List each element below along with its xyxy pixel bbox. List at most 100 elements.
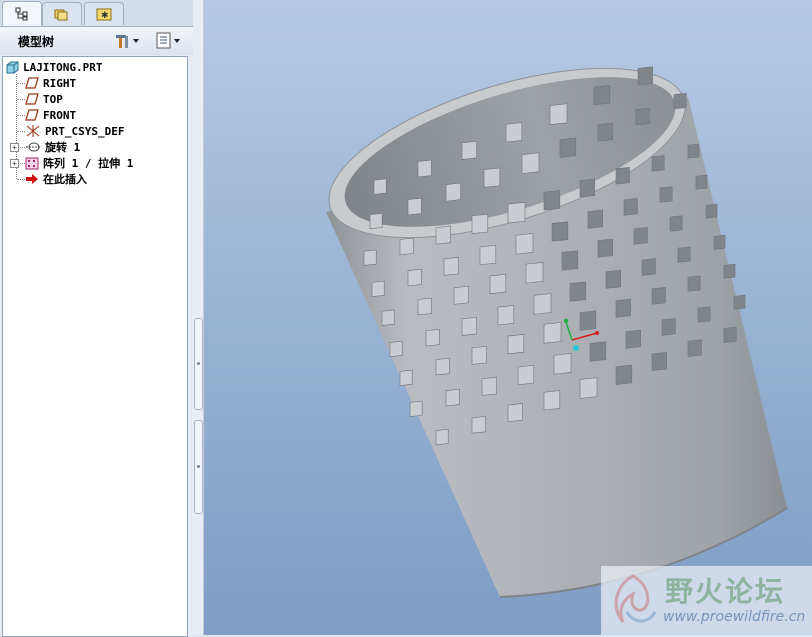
model-tree-title: 模型树 [18,35,55,49]
model-tree-panel: ✱ 模型树 LAJITONG.PRT RIGHT TOP FRONT PRT_C… [0,0,194,637]
vent-hole [489,273,507,295]
tree-item-front[interactable]: FRONT [25,107,76,123]
vent-hole [407,268,422,287]
vent-hole [579,178,595,198]
vent-hole [669,215,683,232]
vent-hole [677,246,691,263]
vent-hole [687,339,702,357]
expand-toggle[interactable]: + [10,159,19,168]
model-tree-icon [15,7,28,21]
vent-hole [623,198,638,216]
vent-hole [615,364,633,385]
vent-hole [651,352,667,371]
vent-hole [597,238,613,258]
tree-item-revolve[interactable]: 旋转 1 [25,139,80,155]
vent-hole [445,388,460,407]
tree-item-top[interactable]: TOP [25,91,63,107]
vent-hole [625,329,641,349]
settings-dropdown-button[interactable] [114,31,140,51]
datum-plane-icon [25,93,39,105]
part-icon [6,61,19,73]
panel-splitter[interactable] [193,0,204,635]
vent-hole [507,403,523,422]
vent-hole [687,275,701,292]
tree-item-pattern[interactable]: 阵列 1 / 拉伸 1 [25,155,133,171]
vent-hole [589,341,607,362]
vent-hole [533,293,552,315]
vent-hole [435,429,449,446]
vent-hole [461,317,477,336]
vent-hole [497,305,515,326]
vent-hole [461,141,477,160]
vent-hole [479,244,497,266]
sash-handle[interactable] [194,420,203,514]
flame-logo-icon [614,574,657,623]
vent-hole [471,345,487,365]
vent-hole [695,174,708,190]
vent-hole [697,306,711,323]
vent-hole [597,122,613,142]
tree-item-insert-here[interactable]: 在此插入 [25,171,87,187]
vent-hole [381,309,395,326]
tree-item-right[interactable]: RIGHT [25,75,76,91]
vent-hole [363,249,377,266]
vent-hole [507,334,525,355]
tools-icon [116,35,128,48]
watermark-title: 野火论坛 [665,575,786,608]
svg-text:✱: ✱ [101,11,109,21]
vent-hole [409,400,423,417]
vent-hole [637,66,653,86]
model-tree: LAJITONG.PRT RIGHT TOP FRONT PRT_CSYS_DE… [2,56,188,637]
vent-hole [369,212,383,230]
vent-hole [373,178,387,195]
vent-hole [569,281,587,302]
tree-root-label: LAJITONG.PRT [23,60,103,74]
insert-here-icon [26,174,38,184]
vent-hole [633,227,648,245]
vent-hole [389,340,403,357]
vent-hole [435,357,450,376]
vent-hole [435,225,451,245]
vent-hole [507,201,526,224]
chevron-down-icon [133,39,139,43]
navigator-tab-strip: ✱ [0,0,193,27]
model-tree-header: 模型树 [0,27,193,55]
vent-hole [443,256,459,276]
show-list-icon [156,32,171,49]
vent-hole [517,365,535,386]
show-dropdown-button[interactable] [155,31,181,51]
vent-hole [483,167,501,188]
vent-hole [445,182,461,202]
tab-favorites[interactable]: ✱ [84,2,124,25]
revolve-icon [26,142,40,152]
vent-hole [587,209,603,229]
vent-hole [407,197,422,216]
datum-plane-icon [25,109,39,121]
expand-toggle[interactable]: + [10,143,19,152]
vent-hole [471,416,486,434]
graphics-viewport[interactable] [204,0,812,635]
tree-root-item[interactable]: LAJITONG.PRT [6,59,102,75]
vent-hole [635,107,650,126]
vent-hole [733,294,746,310]
vent-hole [481,376,497,396]
vent-hole [593,85,611,106]
vent-hole [661,318,676,336]
sash-handle[interactable] [194,318,203,410]
csys-icon [26,125,40,137]
tab-model-tree[interactable] [2,1,42,26]
vent-hole [713,234,726,250]
vent-hole [559,137,577,158]
vent-hole [543,390,561,411]
vent-hole [651,287,666,305]
vent-hole [543,322,562,344]
tab-folder-browser[interactable] [42,2,82,25]
vent-hole [659,186,673,203]
vent-hole [543,190,561,211]
waste-basket-model [326,66,788,598]
vent-hole [673,92,687,110]
pattern-icon [25,157,39,169]
vent-hole [399,369,413,386]
vent-hole [705,203,718,219]
tree-item-csys[interactable]: PRT_CSYS_DEF [25,123,124,139]
